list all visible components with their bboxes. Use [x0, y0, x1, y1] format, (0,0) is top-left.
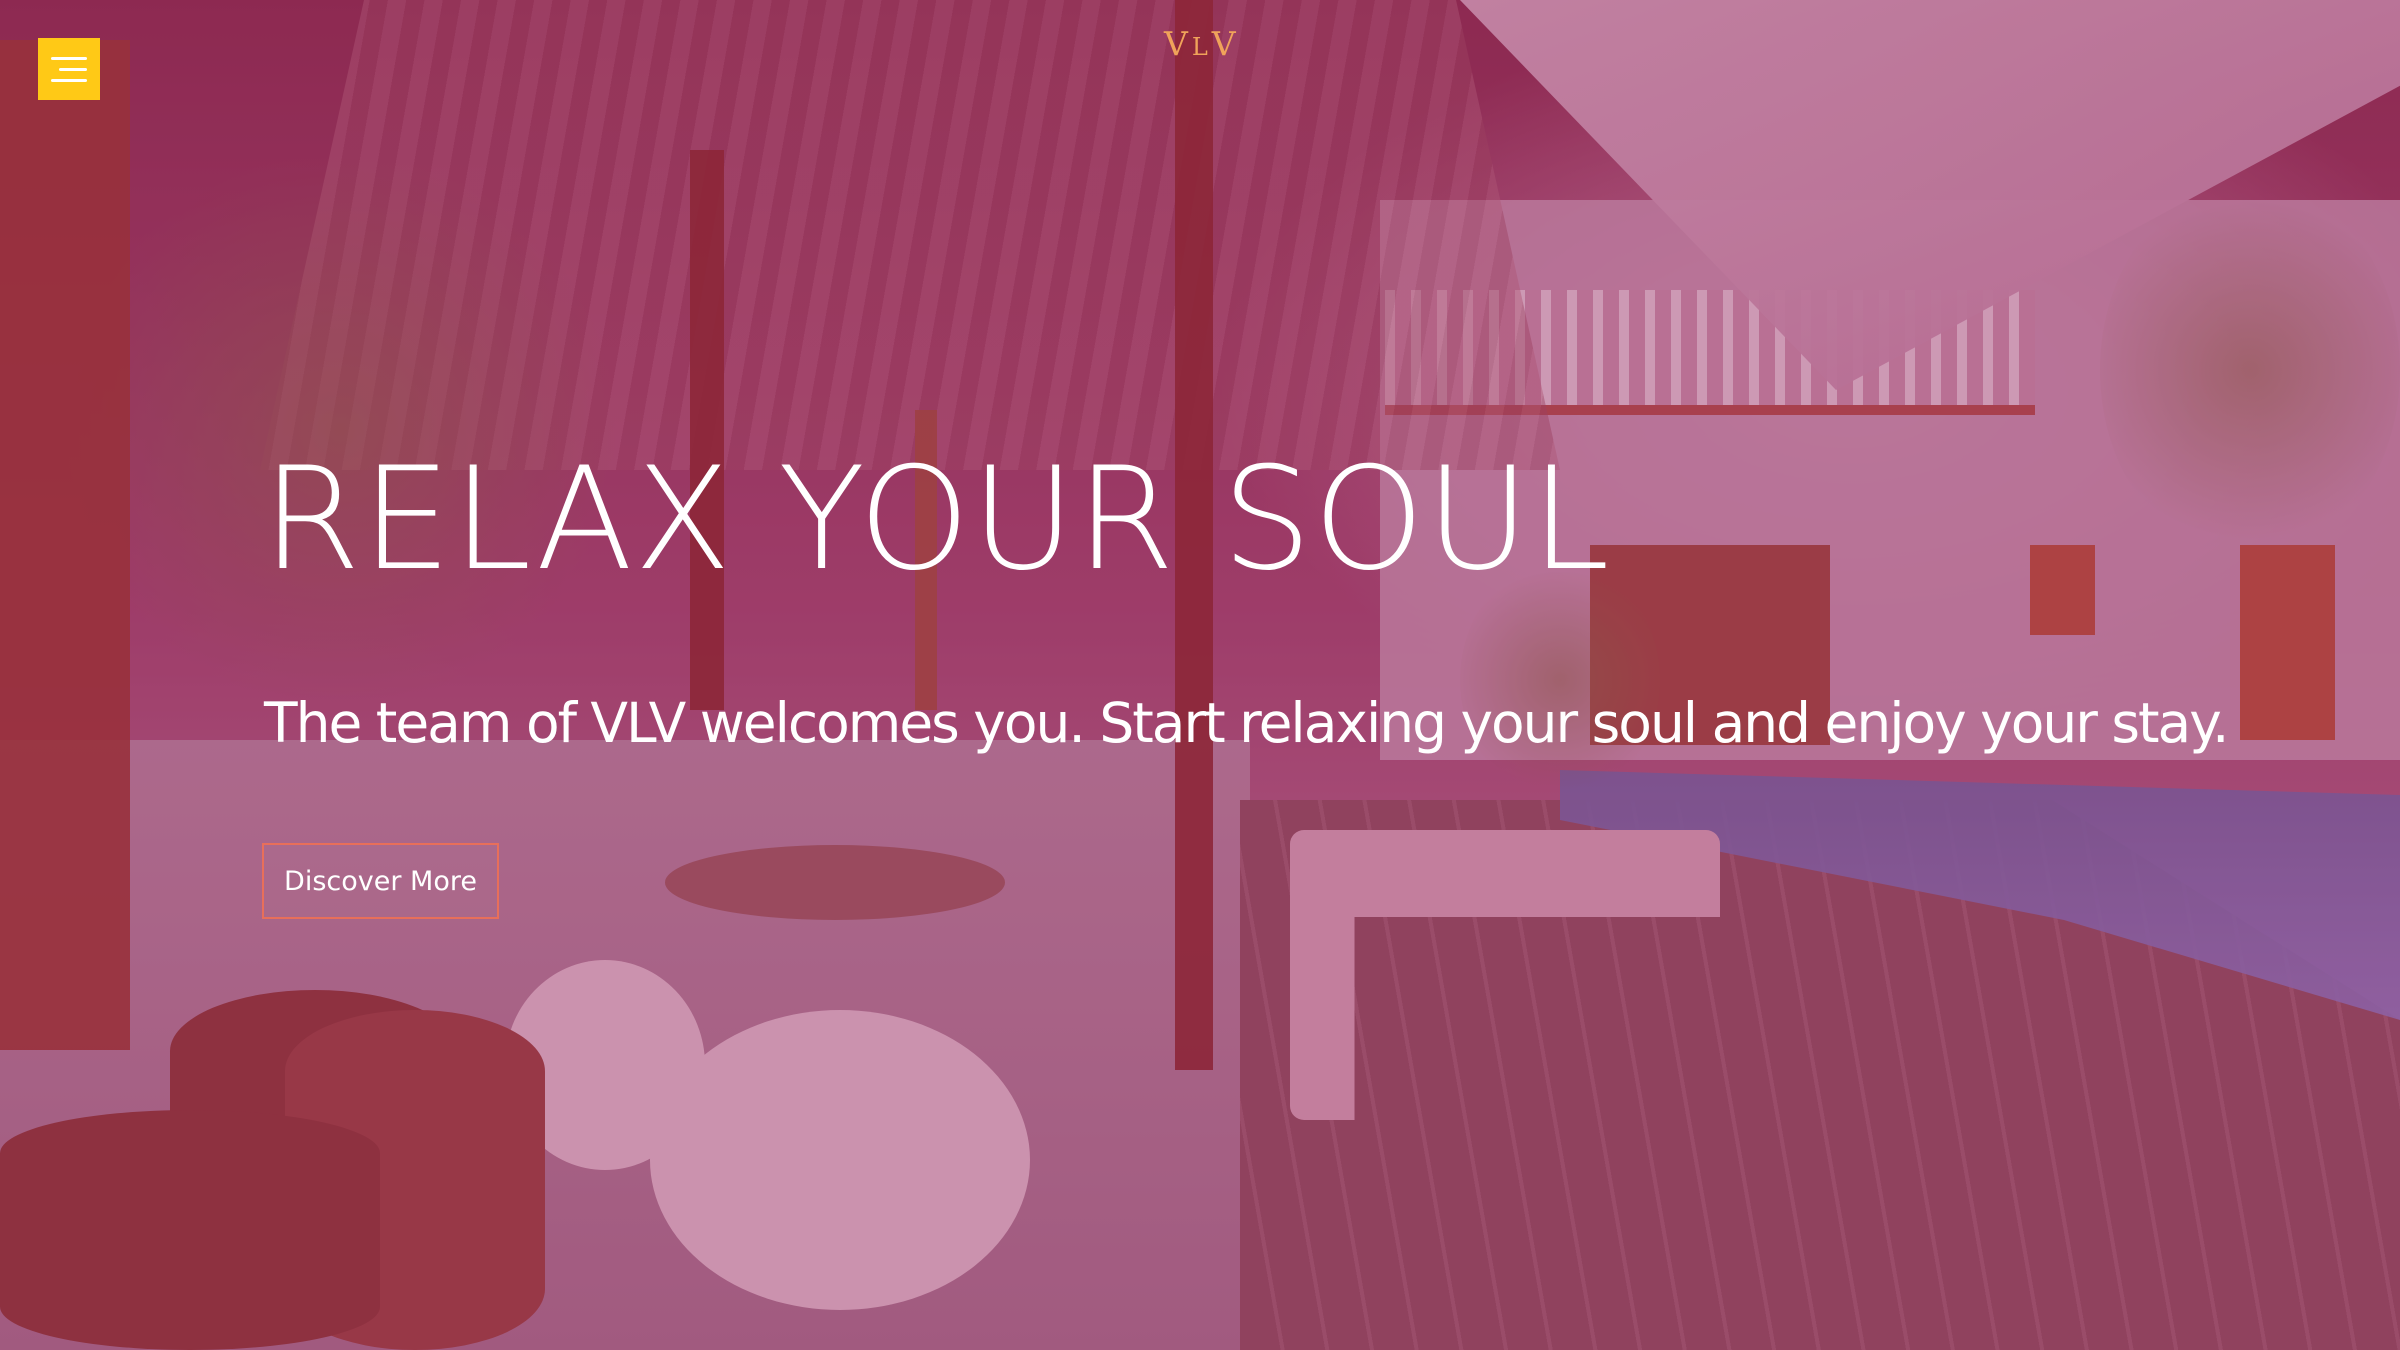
hamburger-icon-line [59, 67, 87, 71]
logo-letter: V [1164, 24, 1192, 63]
hero-title: RELAX YOUR SOUL [262, 437, 1611, 602]
hero-subtitle: The team of VLV welcomes you. Start rela… [264, 691, 2229, 755]
logo-letter: V [1211, 24, 1240, 63]
hero-color-overlay [0, 0, 2400, 1350]
hamburger-icon [51, 56, 87, 60]
site-logo[interactable]: VLV [1164, 24, 1240, 63]
hero-section: VLV RELAX YOUR SOUL The team of VLV welc… [0, 0, 2400, 1350]
hamburger-icon-line [51, 78, 87, 82]
menu-button[interactable] [38, 38, 100, 100]
discover-more-button[interactable]: Discover More [262, 843, 499, 919]
logo-letter: L [1191, 33, 1212, 61]
